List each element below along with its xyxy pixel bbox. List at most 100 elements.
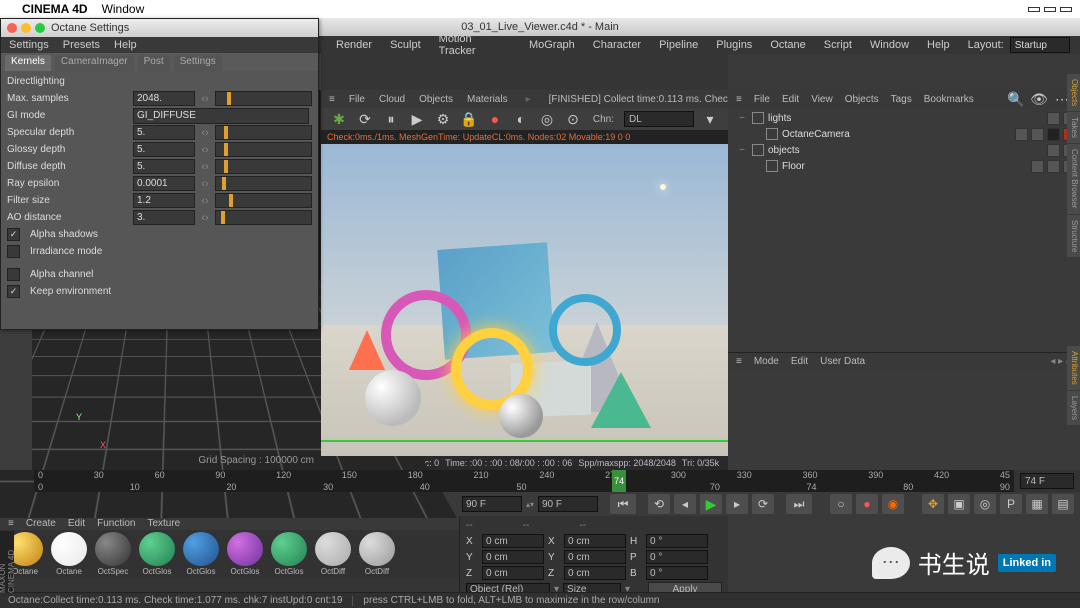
- preview-end[interactable]: 90 F: [538, 496, 598, 512]
- menu-help[interactable]: Help: [927, 39, 950, 51]
- stop-icon[interactable]: ▶: [407, 110, 427, 128]
- tab-takes[interactable]: Takes: [1067, 112, 1080, 143]
- timeline-ruler[interactable]: 0306090120150180210240270300330360390420…: [34, 470, 1014, 492]
- layout-select[interactable]: Startup: [1010, 37, 1070, 53]
- loop-icon[interactable]: ⟲: [648, 494, 670, 514]
- play-icon[interactable]: ▶: [700, 494, 722, 514]
- menu-sculpt[interactable]: Sculpt: [390, 39, 421, 51]
- param-icon[interactable]: P: [1000, 494, 1022, 514]
- prev-key-icon[interactable]: ◂: [674, 494, 696, 514]
- material-preview[interactable]: [271, 532, 307, 566]
- menu-edit[interactable]: Edit: [782, 94, 799, 105]
- menu-mograph[interactable]: MoGraph: [529, 39, 575, 51]
- tab-objects[interactable]: Objects: [1067, 74, 1080, 111]
- material-preview[interactable]: [95, 532, 131, 566]
- menu-pipeline[interactable]: Pipeline: [659, 39, 698, 51]
- loop-fwd-icon[interactable]: ⟳: [752, 494, 774, 514]
- menu-settings[interactable]: Settings: [9, 39, 49, 51]
- record-icon[interactable]: ●: [485, 110, 505, 128]
- menu-tags[interactable]: Tags: [891, 94, 912, 105]
- search-icon[interactable]: 🔍: [1006, 90, 1026, 108]
- tab-structure[interactable]: Structure: [1067, 215, 1080, 257]
- lock-icon[interactable]: 🔒: [459, 110, 479, 128]
- mac-tray-icon[interactable]: [1044, 7, 1056, 12]
- menu-texture[interactable]: Texture: [147, 518, 180, 529]
- mac-tray-icon[interactable]: [1060, 7, 1072, 12]
- tab-post[interactable]: Post: [138, 55, 170, 71]
- pick-icon[interactable]: ⊙: [563, 110, 583, 128]
- material-preview[interactable]: [359, 532, 395, 566]
- menu-objects[interactable]: Objects: [845, 94, 879, 105]
- menu-userdata[interactable]: User Data: [820, 356, 865, 367]
- material-preview[interactable]: [51, 532, 87, 566]
- menu-octane[interactable]: Octane: [770, 39, 805, 51]
- menu-window[interactable]: Window: [870, 39, 909, 51]
- psr-icon[interactable]: ✥: [922, 494, 944, 514]
- modal-titlebar[interactable]: Octane Settings: [1, 19, 318, 37]
- menu-help[interactable]: Help: [114, 39, 137, 51]
- app-name[interactable]: CINEMA 4D: [22, 2, 88, 16]
- octane-start-icon[interactable]: ✱: [329, 110, 349, 128]
- material-preview[interactable]: [227, 532, 263, 566]
- render-viewport[interactable]: [321, 144, 728, 456]
- tab-settings[interactable]: Settings: [174, 55, 222, 71]
- menu-edit[interactable]: Edit: [791, 356, 808, 367]
- material-preview[interactable]: [315, 532, 351, 566]
- pause-icon[interactable]: ⏸: [381, 110, 401, 128]
- point-level-icon[interactable]: ▦: [1026, 494, 1048, 514]
- end-frame[interactable]: 90 F: [462, 496, 522, 512]
- menu-edit[interactable]: Edit: [68, 518, 85, 529]
- mac-tray-icon[interactable]: [1028, 7, 1040, 12]
- refresh-icon[interactable]: ⟳: [355, 110, 375, 128]
- tab-content-browser[interactable]: Content Browser: [1067, 144, 1080, 214]
- anim-layer-icon[interactable]: ▤: [1052, 494, 1074, 514]
- material-list[interactable]: OctaneOctaneOctSpecOctGlosOctGlosOctGlos…: [0, 530, 459, 578]
- menu-script[interactable]: Script: [824, 39, 852, 51]
- close-icon[interactable]: [7, 23, 17, 33]
- next-key-icon[interactable]: ▸: [726, 494, 748, 514]
- channel-select[interactable]: DL: [624, 111, 694, 127]
- material-preview[interactable]: [139, 532, 175, 566]
- tab-layers[interactable]: Layers: [1067, 391, 1080, 425]
- menu-create[interactable]: Create: [26, 518, 56, 529]
- menu-mode[interactable]: Mode: [754, 356, 779, 367]
- clay-icon[interactable]: ◐: [511, 110, 531, 128]
- object-manager-tree[interactable]: −lights OctaneCamera−objects Floor: [728, 108, 1080, 212]
- chevron-down-icon[interactable]: ▾: [700, 110, 720, 128]
- menu-cloud[interactable]: Cloud: [379, 94, 405, 105]
- menu-plugins[interactable]: Plugins: [716, 39, 752, 51]
- keyframe-sel-icon[interactable]: ◉: [882, 494, 904, 514]
- menu-render[interactable]: Render: [336, 39, 372, 51]
- tab-attributes[interactable]: Attributes: [1067, 346, 1080, 390]
- menu-materials[interactable]: Materials: [467, 94, 508, 105]
- rot-icon[interactable]: ◎: [974, 494, 996, 514]
- menu-file[interactable]: File: [349, 94, 365, 105]
- zoom-icon[interactable]: [35, 23, 45, 33]
- goto-start-icon[interactable]: ⏮: [610, 494, 636, 514]
- material-preview[interactable]: [183, 532, 219, 566]
- tab-cameraimager[interactable]: CameraImager: [55, 55, 134, 71]
- minimize-icon[interactable]: [21, 23, 31, 33]
- menu-function[interactable]: Function: [97, 518, 135, 529]
- focus-icon[interactable]: ◎: [537, 110, 557, 128]
- menu-objects[interactable]: Objects: [419, 94, 453, 105]
- panel-menu-icon[interactable]: ≡: [329, 94, 335, 105]
- pos-icon[interactable]: ▣: [948, 494, 970, 514]
- panel-menu-icon[interactable]: ≡: [8, 518, 14, 529]
- current-frame[interactable]: 74 F: [1020, 473, 1074, 489]
- record-key-icon[interactable]: ○: [830, 494, 852, 514]
- menu-presets[interactable]: Presets: [63, 39, 100, 51]
- menu-view[interactable]: View: [811, 94, 833, 105]
- goto-end-icon[interactable]: ⏭: [786, 494, 812, 514]
- menu-bookmarks[interactable]: Bookmarks: [924, 94, 974, 105]
- autokey-icon[interactable]: ●: [856, 494, 878, 514]
- settings-icon[interactable]: ⚙: [433, 110, 453, 128]
- tab-kernels[interactable]: Kernels: [5, 55, 51, 71]
- menu-file[interactable]: File: [754, 94, 770, 105]
- menu-character[interactable]: Character: [593, 39, 641, 51]
- eye-icon[interactable]: 👁: [1029, 90, 1049, 108]
- playhead[interactable]: 74: [612, 470, 626, 492]
- panel-menu-icon[interactable]: ≡: [736, 94, 742, 105]
- mac-menu-window[interactable]: Window: [102, 2, 145, 16]
- panel-menu-icon[interactable]: ≡: [736, 356, 742, 367]
